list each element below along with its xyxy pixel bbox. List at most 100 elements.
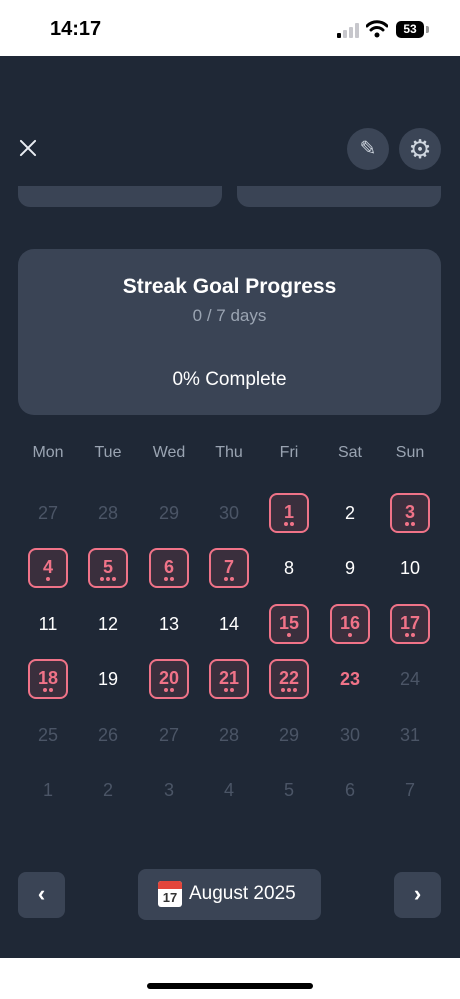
weekday-header: Wed xyxy=(152,444,186,461)
activity-dot xyxy=(405,522,409,526)
calendar-day[interactable]: 2 xyxy=(320,502,380,524)
streak-screen: ✎ ⚙ Streak Goal Progress 0 / 7 days 0% C… xyxy=(0,56,460,958)
calendar-day: 1 xyxy=(42,780,53,800)
activity-dot xyxy=(348,633,352,637)
status-bar: 14:17 53 xyxy=(0,0,460,56)
calendar-day-streak[interactable]: 20 xyxy=(149,659,189,699)
calendar-day-streak[interactable]: 6 xyxy=(149,548,189,588)
battery-cap xyxy=(426,26,429,33)
calendar-day[interactable]: 14 xyxy=(199,613,259,635)
stat-card-left xyxy=(18,186,222,207)
activity-dot xyxy=(46,577,50,581)
day-number: 5 xyxy=(102,557,113,577)
wifi-icon xyxy=(366,20,388,38)
calendar-day[interactable]: 9 xyxy=(320,557,380,579)
day-number: 7 xyxy=(223,557,234,577)
settings-button[interactable]: ⚙ xyxy=(399,128,441,170)
battery-icon: 53 xyxy=(396,21,424,38)
activity-dot xyxy=(411,522,415,526)
weekday-header: Mon xyxy=(32,444,64,461)
weekday-header: Fri xyxy=(279,444,299,461)
activity-dot xyxy=(49,688,53,692)
calendar-day[interactable]: 12 xyxy=(78,613,138,635)
day-number: 4 xyxy=(42,557,53,577)
day-number: 6 xyxy=(163,557,174,577)
close-button[interactable] xyxy=(12,132,44,164)
weekday-header: Sun xyxy=(395,444,425,461)
calendar-day-streak[interactable]: 17 xyxy=(390,604,430,644)
activity-dot xyxy=(287,688,291,692)
activity-dot xyxy=(170,688,174,692)
calendar-day: 25 xyxy=(37,725,59,745)
activity-dots xyxy=(271,633,307,638)
activity-dot xyxy=(290,522,294,526)
activity-dot xyxy=(100,577,104,581)
calendar-day-streak[interactable]: 7 xyxy=(209,548,249,588)
calendar-day-streak[interactable]: 16 xyxy=(330,604,370,644)
activity-dots xyxy=(271,522,307,527)
activity-dot xyxy=(411,633,415,637)
activity-dot xyxy=(287,633,291,637)
activity-dot xyxy=(405,633,409,637)
month-picker-button[interactable]: 17 August 2025 xyxy=(138,869,321,920)
activity-dot xyxy=(164,577,168,581)
calendar-day-streak[interactable]: 3 xyxy=(390,493,430,533)
calendar-day: 26 xyxy=(97,725,119,745)
signal-icon xyxy=(337,22,359,38)
calendar-day: 7 xyxy=(404,780,415,800)
calendar-day: 3 xyxy=(163,780,174,800)
calendar-day[interactable]: 11 xyxy=(18,613,78,635)
stat-card-right xyxy=(237,186,441,207)
edit-button[interactable]: ✎ xyxy=(347,128,389,170)
activity-dot xyxy=(170,577,174,581)
calendar-day: 27 xyxy=(158,725,180,745)
calendar-day: 30 xyxy=(339,725,361,745)
goal-title: Streak Goal Progress xyxy=(122,275,337,298)
calendar-day[interactable]: 13 xyxy=(139,613,199,635)
calendar-day[interactable]: 8 xyxy=(259,557,319,579)
calendar-day: 31 xyxy=(399,725,421,745)
activity-dot xyxy=(230,688,234,692)
activity-dots xyxy=(30,688,66,693)
calendar-day: 5 xyxy=(283,780,294,800)
calendar-day-streak[interactable]: 15 xyxy=(269,604,309,644)
calendar-day-streak[interactable]: 4 xyxy=(28,548,68,588)
activity-dots xyxy=(211,577,247,582)
calendar-day-today[interactable]: 23 xyxy=(320,668,380,690)
calendar-day-streak[interactable]: 21 xyxy=(209,659,249,699)
day-number: 16 xyxy=(339,613,361,633)
activity-dots xyxy=(90,577,126,582)
calendar-day-streak[interactable]: 1 xyxy=(269,493,309,533)
calendar-day-streak[interactable]: 22 xyxy=(269,659,309,699)
goal-percent-complete: 0% Complete xyxy=(172,369,287,390)
activity-dots xyxy=(30,577,66,582)
day-number: 21 xyxy=(218,668,240,688)
day-number: 17 xyxy=(399,613,421,633)
activity-dot xyxy=(224,577,228,581)
activity-dot xyxy=(164,688,168,692)
weekday-header: Sat xyxy=(337,444,362,461)
calendar-day: 2 xyxy=(102,780,113,800)
day-number: 18 xyxy=(37,668,59,688)
activity-dot xyxy=(224,688,228,692)
previous-month-button[interactable]: ‹ xyxy=(18,872,65,918)
activity-dots xyxy=(271,688,307,693)
next-month-button[interactable]: › xyxy=(394,872,441,918)
streak-goal-card: Streak Goal Progress 0 / 7 days 0% Compl… xyxy=(18,249,441,415)
home-indicator[interactable] xyxy=(147,983,313,989)
calendar-day[interactable]: 19 xyxy=(78,668,138,690)
activity-dots xyxy=(211,688,247,693)
day-number: 1 xyxy=(283,502,294,522)
calendar-day-streak[interactable]: 5 xyxy=(88,548,128,588)
status-time: 14:17 xyxy=(50,18,102,40)
calendar-day: 4 xyxy=(223,780,234,800)
day-number: 22 xyxy=(278,668,300,688)
activity-dot xyxy=(106,577,110,581)
weekday-header: Tue xyxy=(94,444,122,461)
calendar-day: 29 xyxy=(158,503,180,523)
calendar-day[interactable]: 10 xyxy=(380,557,440,579)
day-number: 20 xyxy=(158,668,180,688)
activity-dot xyxy=(293,688,297,692)
activity-dot xyxy=(230,577,234,581)
calendar-day-streak[interactable]: 18 xyxy=(28,659,68,699)
